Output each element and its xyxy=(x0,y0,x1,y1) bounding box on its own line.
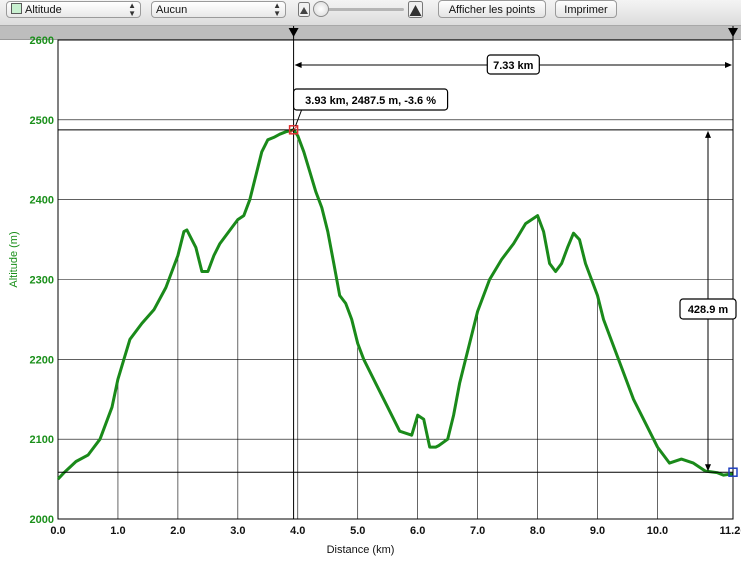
x-tick-label: 10.0 xyxy=(647,525,668,537)
x-tick-label: 5.0 xyxy=(350,525,365,537)
x-tick-label: 4.0 xyxy=(290,525,305,537)
end-marker-icon xyxy=(728,28,738,37)
y-tick-label: 2300 xyxy=(30,275,54,287)
y-axis-title: Altitude (m) xyxy=(8,231,20,287)
y-tick-label: 2500 xyxy=(30,115,54,127)
cursor-marker-icon xyxy=(288,28,299,37)
x-tick-label: 9.0 xyxy=(590,525,605,537)
x-tick-label: 1.0 xyxy=(110,525,125,537)
y-tick-label: 2600 xyxy=(30,35,54,47)
x-tick-label: 2.0 xyxy=(170,525,185,537)
x-tick-label: 3.0 xyxy=(230,525,245,537)
y-tick-label: 2400 xyxy=(30,195,54,207)
x-axis-title: Distance (km) xyxy=(327,544,395,556)
y-tick-label: 2200 xyxy=(30,354,54,366)
x-tick-label: 0.0 xyxy=(50,525,65,537)
x-tick-label: 8.0 xyxy=(530,525,545,537)
distance-label: 7.33 km xyxy=(493,60,534,72)
x-tick-label: 7.0 xyxy=(470,525,485,537)
altitude-label: 428.9 m xyxy=(688,304,729,316)
cursor-callout-label: 3.93 km, 2487.5 m, -3.6 % xyxy=(305,95,436,107)
altitude-chart[interactable]: 20002100220023002400250026000.0 1.0 2.0 3.0… xyxy=(0,0,741,562)
y-tick-label: 2100 xyxy=(30,434,54,446)
x-tick-label: 6.0 xyxy=(410,525,425,537)
x-tick-label: 11.26 xyxy=(720,525,741,537)
